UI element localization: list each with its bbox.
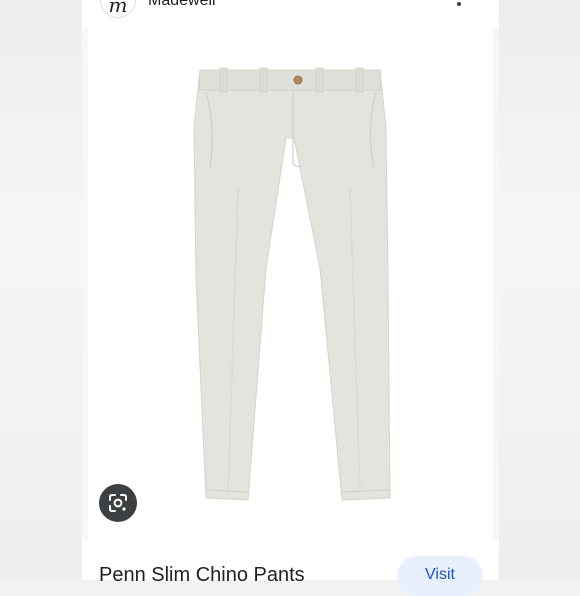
- lens-search-button[interactable]: [99, 484, 137, 522]
- source-logo: m: [108, 0, 128, 17]
- source-avatar[interactable]: m: [100, 0, 136, 18]
- lens-icon: [109, 494, 127, 512]
- more-vert-icon-dot: [457, 2, 461, 6]
- background-blur-right: [498, 0, 580, 580]
- visit-button[interactable]: Visit: [397, 556, 483, 596]
- product-image[interactable]: [88, 28, 493, 540]
- product-title[interactable]: Penn Slim Chino Pants: [99, 564, 305, 587]
- card-header: m Madewell: [82, 0, 499, 28]
- source-name[interactable]: Madewell: [148, 0, 216, 10]
- more-options-button[interactable]: [449, 0, 469, 14]
- result-card[interactable]: m Madewell Penn Slim Chino Pants Visit: [82, 0, 499, 596]
- chino-pants-image: [193, 67, 391, 501]
- background-blur-left: [0, 0, 82, 580]
- product-image-area[interactable]: [82, 28, 499, 540]
- card-footer: Penn Slim Chino Pants Visit: [82, 540, 499, 596]
